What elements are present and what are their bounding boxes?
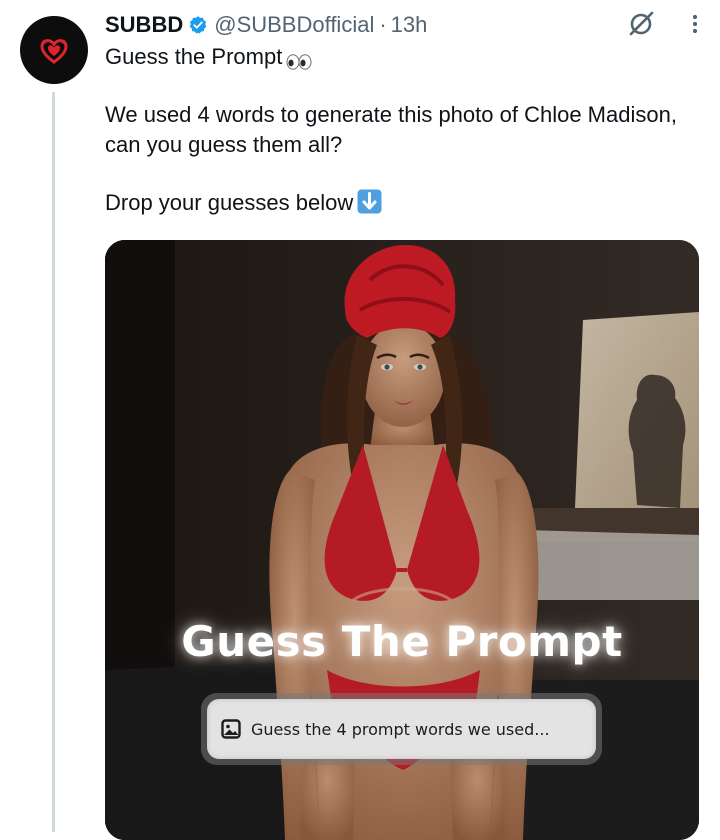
author-display-name[interactable]: SUBBD: [105, 12, 183, 38]
more-vertical-icon[interactable]: [689, 10, 701, 38]
grok-icon[interactable]: [627, 10, 655, 38]
avatar-column: [20, 16, 88, 84]
prompt-input[interactable]: Guess the 4 prompt words we used...: [207, 699, 596, 759]
tweet-title-text: Guess the Prompt: [105, 44, 283, 69]
tweet-content: SUBBD @SUBBDofficial · 13h Guess the Pro…: [105, 10, 705, 218]
thread-line: [52, 92, 55, 832]
prompt-placeholder-text: Guess the 4 prompt words we used...: [251, 719, 550, 739]
tweet-media-image[interactable]: Guess The Prompt Guess the 4 prompt word…: [105, 240, 699, 840]
eyes-emoji-icon: [286, 48, 312, 70]
image-icon: [221, 719, 241, 739]
verified-badge-icon: [188, 15, 208, 35]
timestamp[interactable]: 13h: [391, 12, 428, 38]
tweet-line-body-1: We used 4 words to generate this photo o…: [105, 102, 677, 127]
tweet-line-body-2: can you guess them all?: [105, 132, 343, 157]
down-arrow-emoji-icon: [357, 189, 382, 214]
tweet-text: Guess the Prompt We used 4 words to gene…: [105, 42, 705, 218]
tweet-header: SUBBD @SUBBDofficial · 13h: [105, 10, 705, 40]
header-actions: [627, 10, 705, 38]
avatar[interactable]: [20, 16, 88, 84]
author-handle[interactable]: @SUBBDofficial: [214, 12, 374, 38]
tweet-line-title: Guess the Prompt: [105, 42, 705, 72]
tweet-line-cta: Drop your guesses below: [105, 188, 705, 218]
tweet-cta-text: Drop your guesses below: [105, 190, 354, 215]
prompt-input-frame: Guess the 4 prompt words we used...: [201, 693, 602, 765]
separator-dot: ·: [379, 12, 387, 37]
devil-heart-logo-icon: [40, 39, 68, 64]
overlay-title: Guess The Prompt: [181, 617, 623, 666]
